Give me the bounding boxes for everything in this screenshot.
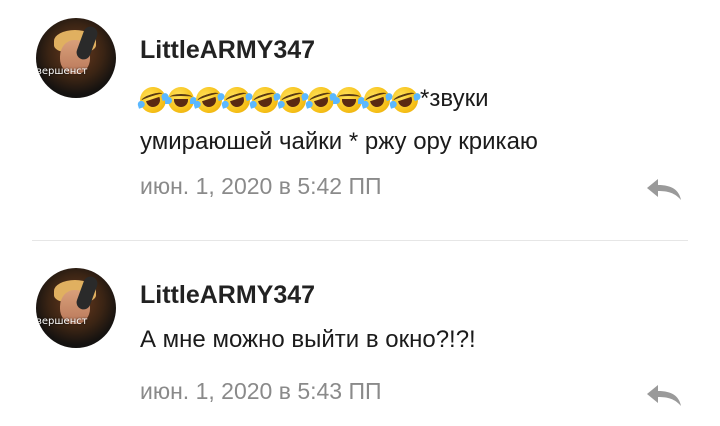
comment-text: А мне можно выйти в окно?!?!	[140, 326, 476, 353]
avatar-banner-text: вершенст	[36, 66, 88, 77]
laughing-tears-icon	[333, 87, 365, 114]
comment-text-line2: умираюшей чайки * ржу ору крикаю	[140, 127, 538, 155]
rolling-on-floor-laughing-icon	[220, 83, 254, 117]
comment-text-part: *звуки	[420, 85, 489, 112]
comment-item: вершенст LittleARMY347 А мне можно выйти…	[0, 241, 720, 426]
comment-username[interactable]: LittleARMY347	[140, 281, 315, 310]
rolling-on-floor-laughing-icon	[360, 83, 394, 117]
laughing-tears-icon	[165, 87, 197, 114]
comment-timestamp: июн. 1, 2020 в 5:43 ПП	[140, 378, 382, 404]
rolling-on-floor-laughing-icon	[248, 83, 282, 117]
avatar[interactable]: вершенст	[36, 268, 116, 348]
rolling-on-floor-laughing-icon	[276, 83, 310, 117]
comment-username[interactable]: LittleARMY347	[140, 36, 315, 65]
avatar-banner-text: вершенст	[36, 316, 88, 327]
rolling-on-floor-laughing-icon	[388, 83, 422, 117]
comment-timestamp: июн. 1, 2020 в 5:42 ПП	[140, 173, 382, 199]
avatar[interactable]: вершенст	[36, 18, 116, 98]
reply-arrow-icon[interactable]	[644, 382, 684, 408]
reply-arrow-icon[interactable]	[644, 176, 684, 202]
emoji-row	[136, 79, 422, 121]
comment-item: вершенст LittleARMY347 *звуки умираюшей …	[0, 0, 720, 240]
comment-text: *звуки умираюшей чайки * ржу ору крикаю	[136, 78, 660, 163]
rolling-on-floor-laughing-icon	[192, 83, 226, 117]
